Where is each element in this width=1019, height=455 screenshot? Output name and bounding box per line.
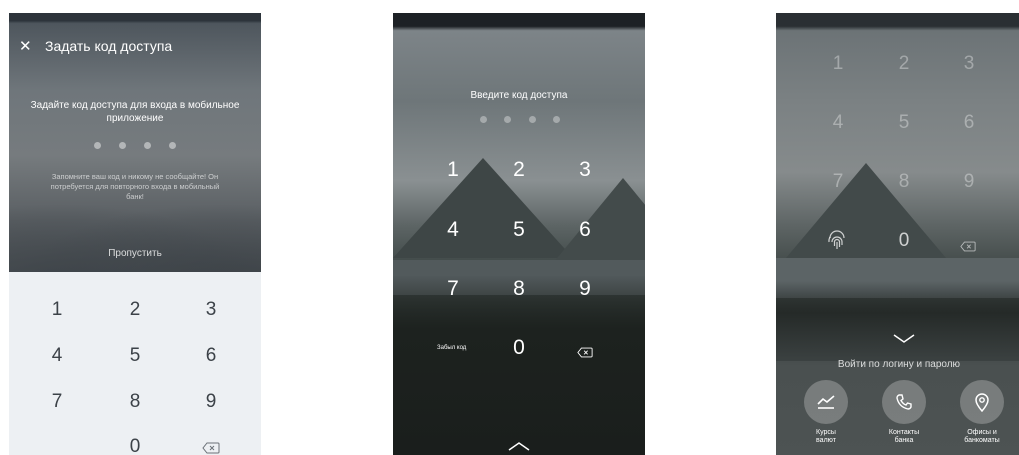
key-6[interactable]: 6 <box>191 345 231 367</box>
key-9[interactable]: 9 <box>565 277 605 301</box>
passcode-dots <box>480 116 560 123</box>
key-1[interactable]: 1 <box>433 158 473 182</box>
close-icon[interactable]: ✕ <box>19 37 32 55</box>
login-by-password-link[interactable]: Войти по логину и паролю <box>776 359 1019 370</box>
quick-actions-screen: 1 2 3 4 5 6 7 8 9 0 Войти по логину и па… <box>776 13 1019 455</box>
key-5[interactable]: 5 <box>884 112 924 134</box>
key-1[interactable]: 1 <box>37 299 77 321</box>
passcode-dot <box>504 116 512 123</box>
key-8[interactable]: 8 <box>884 171 924 193</box>
key-8[interactable]: 8 <box>115 391 155 413</box>
key-0[interactable]: 0 <box>115 436 155 455</box>
key-3[interactable]: 3 <box>565 158 605 182</box>
offices-atms-button[interactable] <box>960 380 1004 424</box>
skip-button[interactable]: Пропустить <box>9 248 261 259</box>
key-7[interactable]: 7 <box>433 277 473 301</box>
key-3[interactable]: 3 <box>191 299 231 321</box>
passcode-prompt: Задайте код доступа для входа в мобильно… <box>30 100 240 124</box>
passcode-dot <box>480 116 487 123</box>
passcode-dot <box>94 142 101 149</box>
key-5[interactable]: 5 <box>499 218 539 242</box>
bank-contacts-button[interactable] <box>882 380 926 424</box>
backspace-icon[interactable] <box>956 236 980 258</box>
key-4[interactable]: 4 <box>433 218 473 242</box>
backspace-icon[interactable] <box>199 438 223 455</box>
key-2[interactable]: 2 <box>115 299 155 321</box>
bank-contacts-label: Контакты банка <box>888 429 920 444</box>
key-7[interactable]: 7 <box>37 391 77 413</box>
key-6[interactable]: 6 <box>565 218 605 242</box>
key-9[interactable]: 9 <box>949 171 989 193</box>
passcode-dot <box>528 116 536 123</box>
key-4[interactable]: 4 <box>818 112 858 134</box>
exchange-rates-label: Курсы валют <box>816 429 836 444</box>
offices-atms-label: Офисы и банкоматы <box>964 429 1000 444</box>
chart-icon <box>817 395 835 409</box>
location-pin-icon <box>975 393 989 412</box>
key-6[interactable]: 6 <box>949 112 989 134</box>
passcode-note: Запомните ваш код и никому не сообщайте!… <box>50 172 220 201</box>
key-3[interactable]: 3 <box>949 53 989 75</box>
passcode-dot <box>144 142 151 149</box>
keypad: 1 2 3 4 5 6 7 8 9 0 <box>9 272 261 455</box>
key-1[interactable]: 1 <box>818 53 858 75</box>
key-2[interactable]: 2 <box>499 158 539 182</box>
passcode-prompt: Введите код доступа <box>470 90 568 101</box>
key-0[interactable]: 0 <box>884 230 924 252</box>
fingerprint-icon[interactable] <box>822 230 852 258</box>
key-4[interactable]: 4 <box>37 345 77 367</box>
key-5[interactable]: 5 <box>115 345 155 367</box>
backspace-icon[interactable] <box>573 340 597 364</box>
chevron-down-icon[interactable] <box>893 331 915 347</box>
key-7[interactable]: 7 <box>818 171 858 193</box>
exchange-rates-button[interactable] <box>804 380 848 424</box>
passcode-dot <box>552 116 560 123</box>
enter-passcode-screen: Введите код доступа 1 2 3 4 5 6 7 8 9 За… <box>393 13 645 455</box>
passcode-dots <box>94 142 176 149</box>
forgot-code-link[interactable]: Забыл код <box>437 345 466 351</box>
key-9[interactable]: 9 <box>191 391 231 413</box>
passcode-dot <box>169 142 176 149</box>
set-passcode-screen: ✕ Задать код доступа Задайте код доступа… <box>9 13 261 455</box>
screen-title: Задать код доступа <box>45 38 173 54</box>
key-8[interactable]: 8 <box>499 277 539 301</box>
chevron-up-icon[interactable] <box>508 438 530 455</box>
passcode-dot <box>119 142 126 149</box>
key-0[interactable]: 0 <box>499 336 539 360</box>
key-2[interactable]: 2 <box>884 53 924 75</box>
phone-icon <box>896 394 912 410</box>
